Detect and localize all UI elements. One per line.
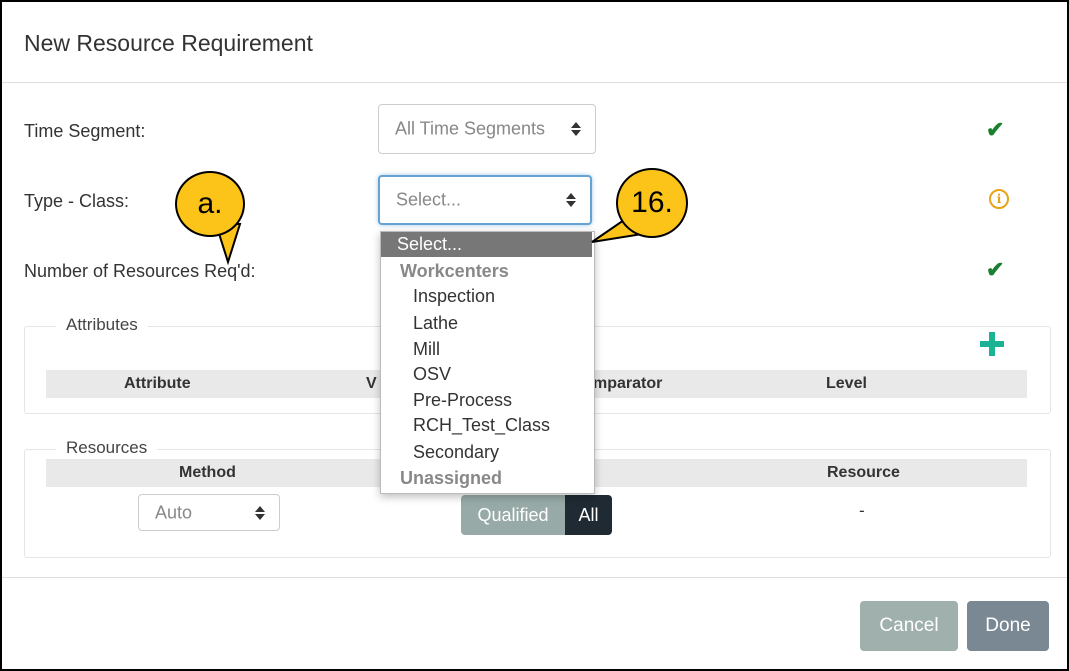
attributes-legend: Attributes <box>56 315 148 335</box>
callout-16: 16. <box>616 168 688 238</box>
callout-a: a. <box>175 171 245 237</box>
done-button[interactable]: Done <box>967 601 1049 651</box>
dialog: New Resource Requirement Time Segment: A… <box>0 0 1069 671</box>
time-segment-value: All Time Segments <box>395 118 546 139</box>
header-divider <box>2 82 1067 83</box>
type-class-select[interactable]: Select... <box>378 175 592 225</box>
type-class-dropdown: Select... Workcenters Inspection Lathe M… <box>380 231 595 494</box>
info-icon[interactable]: i <box>989 189 1009 209</box>
sort-arrows-icon <box>571 121 581 137</box>
num-resources-label: Number of Resources Req'd: <box>24 261 256 281</box>
dialog-title: New Resource Requirement <box>24 30 313 56</box>
all-toggle[interactable]: All <box>565 495 612 535</box>
type-class-label: Type - Class: <box>24 191 130 211</box>
check-icon: ✔ <box>986 117 1005 142</box>
footer-divider <box>2 577 1067 578</box>
col-value: V <box>366 375 377 392</box>
option-select[interactable]: Select... <box>381 232 592 257</box>
option-pre-process[interactable]: Pre-Process <box>381 388 592 413</box>
option-inspection[interactable]: Inspection <box>381 284 592 309</box>
sort-arrows-icon <box>566 192 576 208</box>
time-segment-label: Time Segment: <box>24 121 146 141</box>
col-comparator: mparator <box>593 375 663 392</box>
col-level: Level <box>826 375 867 392</box>
option-osv[interactable]: OSV <box>381 362 592 387</box>
qualified-toggle[interactable]: Qualified <box>461 495 565 535</box>
option-secondary[interactable]: Secondary <box>381 440 592 465</box>
method-value: Auto <box>155 502 193 522</box>
resources-legend: Resources <box>56 438 158 458</box>
col-method: Method <box>179 464 236 481</box>
group-workcenters: Workcenters <box>400 261 509 281</box>
group-unassigned: Unassigned <box>400 468 503 488</box>
option-mill[interactable]: Mill <box>381 337 592 362</box>
time-segment-select[interactable]: All Time Segments <box>378 104 596 154</box>
sort-arrows-icon <box>255 505 265 521</box>
col-resource: Resource <box>827 464 900 481</box>
method-select[interactable]: Auto <box>138 494 280 531</box>
type-class-value: Select... <box>396 189 462 210</box>
resource-value: - <box>859 501 865 520</box>
check-icon: ✔ <box>986 257 1005 282</box>
col-attribute: Attribute <box>124 375 191 392</box>
add-attribute-icon[interactable] <box>980 332 1004 356</box>
option-rch-test-class[interactable]: RCH_Test_Class <box>381 413 592 438</box>
option-lathe[interactable]: Lathe <box>381 311 592 336</box>
cancel-button[interactable]: Cancel <box>860 601 958 651</box>
